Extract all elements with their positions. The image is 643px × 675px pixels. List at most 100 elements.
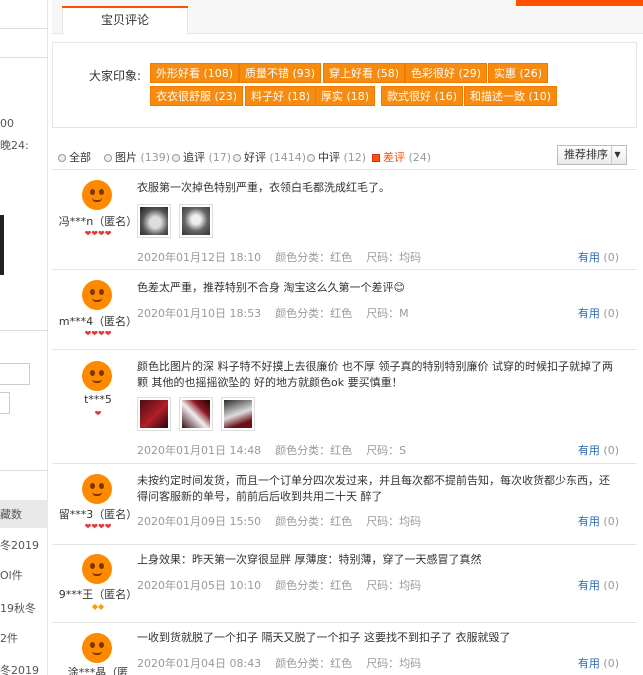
useful-button[interactable]: 有用 (0): [578, 249, 619, 265]
radio-icon[interactable]: [104, 154, 112, 162]
user-rank-icon: ◆◆: [91, 602, 105, 611]
user-rank-icon: ❤❤❤❤: [84, 329, 112, 338]
filter-count: (139): [140, 151, 171, 164]
review-size: 尺码：均码: [366, 515, 422, 528]
useful-button[interactable]: 有用 (0): [578, 577, 619, 593]
impression-tag[interactable]: 穿上好看 (58): [323, 63, 406, 83]
filter-label: 全部: [69, 151, 91, 164]
review-color: 颜色分类：红色: [275, 444, 353, 457]
useful-button[interactable]: 有用 (0): [578, 305, 619, 321]
review-meta: 2020年01月04日 08:43 颜色分类：红色 尺码：均码: [137, 655, 435, 671]
useful-button[interactable]: 有用 (0): [578, 442, 619, 458]
filter-followup[interactable]: 追评 (17): [172, 149, 231, 165]
sidebar-divider: [0, 57, 48, 58]
review-text: 颜色比图片的深 料子特不好摸上去很廉价 也不厚 领子真的特别特别廉价 试穿的时候…: [137, 360, 613, 389]
review-date: 2020年01月10日 18:53: [137, 307, 262, 320]
sidebar-text[interactable]: 冬2019: [0, 537, 48, 553]
useful-button[interactable]: 有用 (0): [578, 513, 619, 529]
radio-icon[interactable]: [172, 154, 180, 162]
sidebar-divider: [0, 28, 48, 29]
filter-positive[interactable]: 好评 (1414): [233, 149, 306, 165]
review-image-thumbnail[interactable]: [137, 397, 171, 431]
useful-count: (0): [603, 579, 619, 592]
sidebar-text: 00: [0, 117, 14, 130]
impressions-box: 大家印象: 外形好看 (108) 质量不错 (93) 穿上好看 (58) 色彩很…: [52, 42, 637, 128]
review-username: 9***王（匿名）: [58, 588, 138, 601]
radio-icon[interactable]: [307, 154, 315, 162]
impression-tag[interactable]: 款式很好 (16): [381, 86, 464, 106]
review-username: m***4（匿名）: [58, 315, 138, 328]
filter-count: (1414): [269, 151, 307, 164]
filter-label: 追评: [183, 151, 205, 164]
impression-tag[interactable]: 质量不错 (93): [239, 63, 322, 83]
useful-label: 有用: [577, 657, 600, 670]
tab-reviews[interactable]: 宝贝评论: [62, 6, 188, 35]
review-row: 9***王（匿名） ◆◆ 上身效果：昨天第一次穿很显胖 厚薄度：特别薄，穿了一天…: [52, 546, 637, 623]
impressions-label: 大家印象:: [89, 69, 142, 83]
sidebar-text[interactable]: 冬2019: [0, 662, 48, 675]
impression-tag[interactable]: 外形好看 (108): [150, 63, 240, 83]
radio-icon[interactable]: [233, 154, 241, 162]
review-date: 2020年01月09日 15:50: [137, 515, 262, 528]
user-rank-icon: ❤❤❤❤: [84, 229, 112, 238]
review-meta: 2020年01月12日 18:10 颜色分类：红色 尺码：均码: [137, 249, 435, 265]
accent-strip: [516, 0, 643, 6]
sidebar-text[interactable]: 2件: [0, 630, 48, 646]
avatar: [82, 280, 112, 310]
useful-label: 有用: [577, 515, 600, 528]
impression-tag[interactable]: 实惠 (26): [488, 63, 549, 83]
review-image-thumbnail[interactable]: [137, 204, 171, 238]
sidebar-text[interactable]: Ol件: [0, 567, 48, 583]
sidebar-input-box[interactable]: [0, 392, 10, 414]
review-text: 色差太严重，推荐特别不合身 淘宝这么久第一个差评😊: [137, 281, 405, 294]
review-row: t***5 ❤ 颜色比图片的深 料子特不好摸上去很廉价 也不厚 领子真的特别特别…: [52, 351, 637, 464]
review-username: 涂***晶（匿: [67, 666, 129, 675]
review-meta: 2020年01月01日 14:48 颜色分类：红色 尺码：S: [137, 442, 420, 458]
checkbox-checked-icon[interactable]: [372, 154, 380, 162]
filter-count: (12): [343, 151, 367, 164]
user-rank-icon: ❤: [94, 409, 102, 418]
sidebar-text: 晚24:: [0, 139, 29, 152]
review-date: 2020年01月05日 10:10: [137, 579, 262, 592]
radio-icon[interactable]: [58, 154, 66, 162]
sidebar-text[interactable]: 藏数: [0, 506, 48, 522]
sidebar-input-box[interactable]: [0, 363, 30, 385]
impression-tag[interactable]: 衣衣很舒服 (23): [150, 86, 244, 106]
review-image-thumbnail[interactable]: [179, 204, 213, 238]
sidebar-divider: [0, 470, 48, 471]
review-meta: 2020年01月09日 15:50 颜色分类：红色 尺码：均码: [137, 513, 435, 529]
review-image-thumbnail[interactable]: [221, 397, 255, 431]
filter-label: 图片: [115, 151, 137, 164]
review-date: 2020年01月12日 18:10: [137, 251, 262, 264]
avatar: [82, 180, 112, 210]
sidebar-text[interactable]: 19秋冬: [0, 600, 48, 616]
filter-label: 好评: [244, 151, 266, 164]
impression-tag[interactable]: 和描述一致 (10): [464, 86, 558, 106]
review-color: 颜色分类：红色: [275, 657, 353, 670]
chevron-down-icon[interactable]: ▼: [611, 146, 623, 164]
useful-button[interactable]: 有用 (0): [578, 655, 619, 671]
sidebar-divider: [0, 330, 48, 331]
sort-dropdown[interactable]: 推荐排序 ▼: [557, 145, 627, 165]
filter-neutral[interactable]: 中评 (12): [307, 149, 366, 165]
review-image-thumbnail[interactable]: [179, 397, 213, 431]
sort-label: 推荐排序: [564, 148, 608, 161]
review-username: 冯***n（匿名）: [58, 215, 138, 228]
impression-tag[interactable]: 料子好 (18): [245, 86, 317, 106]
review-row: m***4（匿名） ❤❤❤❤ 色差太严重，推荐特别不合身 淘宝这么久第一个差评😊…: [52, 271, 637, 350]
review-color: 颜色分类：红色: [275, 579, 353, 592]
review-size: 尺码：均码: [366, 579, 422, 592]
review-color: 颜色分类：红色: [275, 515, 353, 528]
filter-images[interactable]: 图片 (139): [104, 149, 170, 165]
impression-tag[interactable]: 厚实 (18): [315, 86, 376, 106]
useful-count: (0): [603, 444, 619, 457]
filter-all[interactable]: 全部: [58, 149, 91, 165]
impression-tag[interactable]: 色彩很好 (29): [405, 63, 488, 83]
user-rank-icon: ❤❤❤❤: [84, 522, 112, 531]
useful-count: (0): [603, 657, 619, 670]
review-row: 涂***晶（匿 一收到货就脱了一个扣子 隔天又脱了一个扣子 这要找不到扣子了 衣…: [52, 624, 637, 675]
avatar: [82, 554, 112, 584]
avatar: [82, 361, 112, 391]
filter-negative[interactable]: 差评 (24): [372, 149, 431, 165]
avatar: [82, 474, 112, 504]
